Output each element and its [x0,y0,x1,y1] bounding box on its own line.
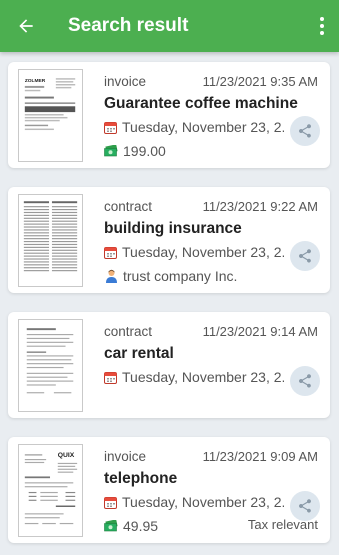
share-icon [299,374,311,388]
document-title: car rental [104,345,174,362]
document-date: Tuesday, November 23, 2... [122,369,284,385]
document-date-row: Tuesday, November 23, 2... [104,244,284,260]
share-button[interactable] [290,366,320,396]
share-icon [299,249,311,263]
document-title: Guarantee coffee machine [104,95,298,112]
money-icon [104,519,118,533]
company-row: trust company Inc. [104,268,237,284]
document-type: invoice [104,74,147,89]
document-title: building insurance [104,220,242,237]
document-thumbnail: QUIX [18,444,83,537]
company-name: trust company Inc. [123,268,238,284]
calendar-icon [104,370,117,384]
document-datetime: 11/23/2021 9:35 AM [202,74,318,89]
app-bar: Search result [0,0,339,52]
calendar-icon [104,120,117,134]
tax-relevant-label: Tax relevant [247,517,318,532]
document-date: Tuesday, November 23, 2... [122,244,284,260]
share-icon [299,499,311,513]
amount-value: 199.00 [123,143,166,159]
person-icon [104,269,118,283]
document-date-row: Tuesday, November 23, 2... [104,119,284,135]
more-vert-icon [320,17,324,21]
amount-row: 49.95 [104,518,158,534]
document-date-row: Tuesday, November 23, 2... [104,494,284,510]
result-card[interactable]: ZOLMER invoice 11/23/2021 9:35 AM Guaran… [8,62,330,168]
results-list: ZOLMER invoice 11/23/2021 9:35 AM Guaran… [0,52,339,555]
document-date: Tuesday, November 23, 2... [122,494,284,510]
svg-text:QUIX: QUIX [58,452,75,459]
document-title: telephone [104,470,178,487]
amount-value: 49.95 [123,518,159,534]
document-datetime: 11/23/2021 9:14 AM [202,324,318,339]
arrow-left-icon [19,19,33,33]
page-title: Search result [68,15,189,36]
money-icon [104,144,118,158]
document-type: contract [104,199,153,214]
svg-text:ZOLMER: ZOLMER [25,78,46,84]
document-thumbnail: ZOLMER [18,69,83,162]
document-type: invoice [104,449,147,464]
result-card[interactable]: contract 11/23/2021 9:22 AM building ins… [8,187,330,293]
calendar-icon [104,495,117,509]
document-datetime: 11/23/2021 9:09 AM [202,449,318,464]
result-card[interactable]: contract 11/23/2021 9:14 AM car rental T… [8,312,330,418]
document-type: contract [104,324,153,339]
document-thumbnail [18,319,83,412]
more-options-button[interactable] [315,14,329,38]
document-date: Tuesday, November 23, 2... [122,119,284,135]
document-date-row: Tuesday, November 23, 2... [104,369,284,385]
back-button[interactable] [0,0,52,52]
result-card[interactable]: QUIX invoice 11/23/2021 9:09 AM telephon… [8,437,330,543]
document-thumbnail [18,194,83,287]
share-button[interactable] [290,116,320,146]
document-datetime: 11/23/2021 9:22 AM [202,199,318,214]
share-button[interactable] [290,241,320,271]
calendar-icon [104,245,117,259]
amount-row: 199.00 [104,143,166,159]
share-icon [299,124,311,138]
